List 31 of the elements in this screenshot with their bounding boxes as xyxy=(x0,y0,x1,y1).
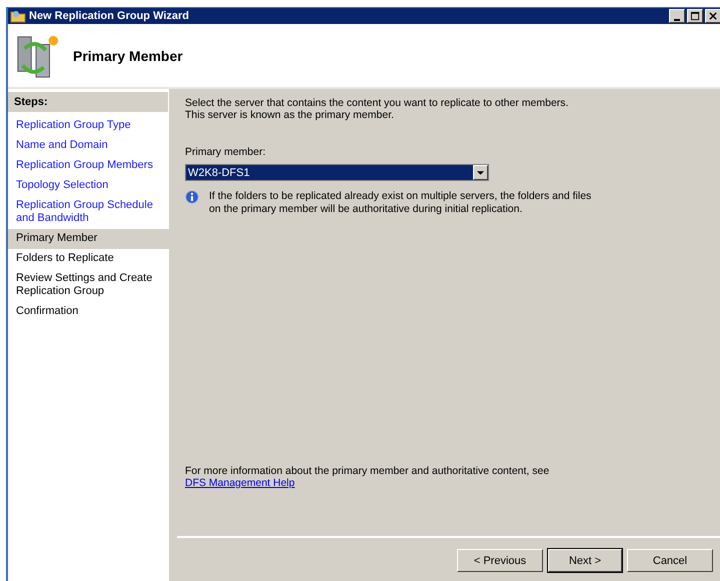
step-item: Confirmation xyxy=(15,304,80,319)
minimize-icon xyxy=(674,18,680,20)
info-icon xyxy=(185,190,199,204)
caret-icon xyxy=(477,170,484,174)
wizard-button[interactable]: Cancel xyxy=(627,549,713,572)
instruction-text: Select the server that contains the content you want to replicate to other members. xyxy=(185,97,570,109)
close-button[interactable] xyxy=(705,9,720,23)
step-item: Primary Member xyxy=(8,229,169,249)
minimize-button[interactable] xyxy=(669,9,685,23)
step-item[interactable]: Name and Domain xyxy=(8,136,169,156)
wizard-button[interactable]: < Previous xyxy=(457,549,543,572)
steps-heading: Steps: xyxy=(8,92,168,112)
field-label: Primary member: xyxy=(185,146,267,158)
maximize-icon xyxy=(690,12,700,20)
step-item[interactable]: Replication Group Type xyxy=(8,116,169,136)
folder-icon xyxy=(10,9,26,23)
window-title: New Replication Group Wizard xyxy=(29,10,190,22)
step-item[interactable]: Replication Group Members xyxy=(8,156,169,176)
info-text: If the folders to be replicated already exist on multiple servers, the folders and files on the primary member will be authoritative during initial replication. xyxy=(209,190,592,216)
page-title: Primary Member xyxy=(73,48,183,64)
more-info-text: For more information about the primary member and authoritative content, see xyxy=(185,465,550,477)
instruction-text: This server is known as the primary member. xyxy=(185,109,395,121)
step-item: Review Settings and Create Replication Group xyxy=(15,271,154,299)
close-icon xyxy=(708,12,718,20)
help-link[interactable]: DFS Management Help xyxy=(185,477,295,489)
primary-member-dropdown[interactable]: W2K8-DFS1 xyxy=(185,164,489,181)
step-item[interactable]: Replication Group Schedule and Bandwidth xyxy=(8,196,169,229)
step-item[interactable]: Topology Selection xyxy=(8,176,169,196)
wizard-button[interactable]: Next > xyxy=(548,549,622,572)
step-item: Folders to Replicate xyxy=(15,251,115,266)
maximize-button[interactable] xyxy=(687,9,703,23)
